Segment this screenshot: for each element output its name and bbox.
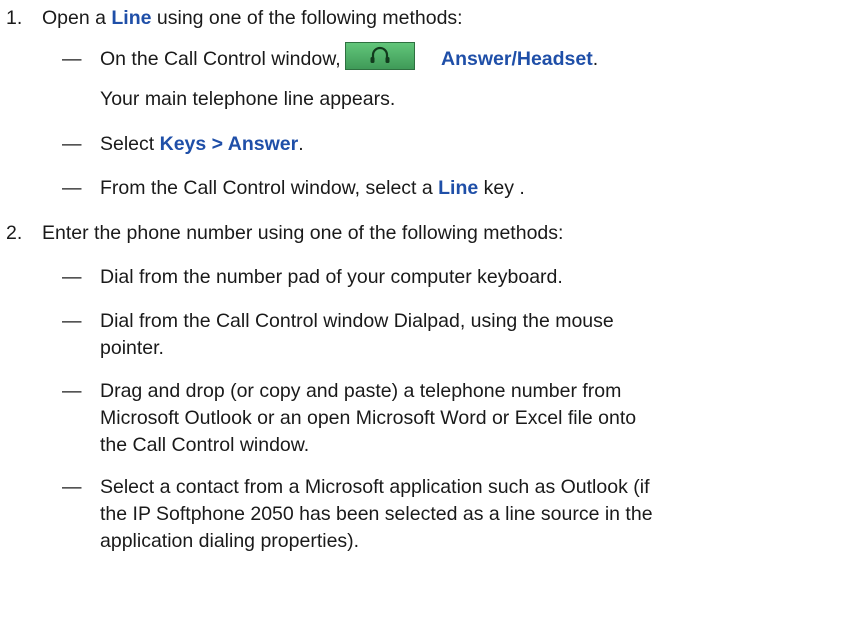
dash: — <box>62 266 82 288</box>
answer-headset-button[interactable] <box>345 42 415 70</box>
headset-icon <box>370 46 390 63</box>
step-2-item-4-line-3: application dialing properties). <box>100 530 360 552</box>
step-2-item-4-line-1: Select a contact from a Microsoft applic… <box>100 476 650 498</box>
step-1-item-1: On the Call Control window, click <box>100 48 384 70</box>
step-1-number: 1. <box>6 7 23 29</box>
step-1-item-1-note: Your main telephone line appears. <box>100 88 396 110</box>
step-2-text: Enter the phone number using one of the … <box>42 222 564 244</box>
step-1-item-3: From the Call Control window, select a L… <box>100 177 525 199</box>
step-2-item-3-line-1: Drag and drop (or copy and paste) a tele… <box>100 380 622 402</box>
step-2-number: 2. <box>6 222 23 244</box>
answer-headset-label: Answer/Headset. <box>441 48 599 70</box>
step-2-item-4-line-2: the IP Softphone 2050 has been selected … <box>100 503 653 525</box>
dash: — <box>62 310 82 332</box>
dash: — <box>62 476 82 498</box>
dash: — <box>62 48 82 70</box>
step-2-item-2-line-2: pointer. <box>100 337 164 359</box>
step-2-item-3-line-3: the Call Control window. <box>100 434 310 456</box>
dash: — <box>62 177 82 199</box>
dash: — <box>62 380 82 402</box>
dash: — <box>62 133 82 155</box>
step-2-item-3-line-2: Microsoft Outlook or an open Microsoft W… <box>100 407 637 429</box>
step-1-text: Open a Line using one of the following m… <box>42 7 463 29</box>
step-1-item-2: Select Keys > Answer. <box>100 133 304 155</box>
step-2-item-1: Dial from the number pad of your compute… <box>100 266 563 288</box>
step-2-item-2-line-1: Dial from the Call Control window Dialpa… <box>100 310 614 332</box>
